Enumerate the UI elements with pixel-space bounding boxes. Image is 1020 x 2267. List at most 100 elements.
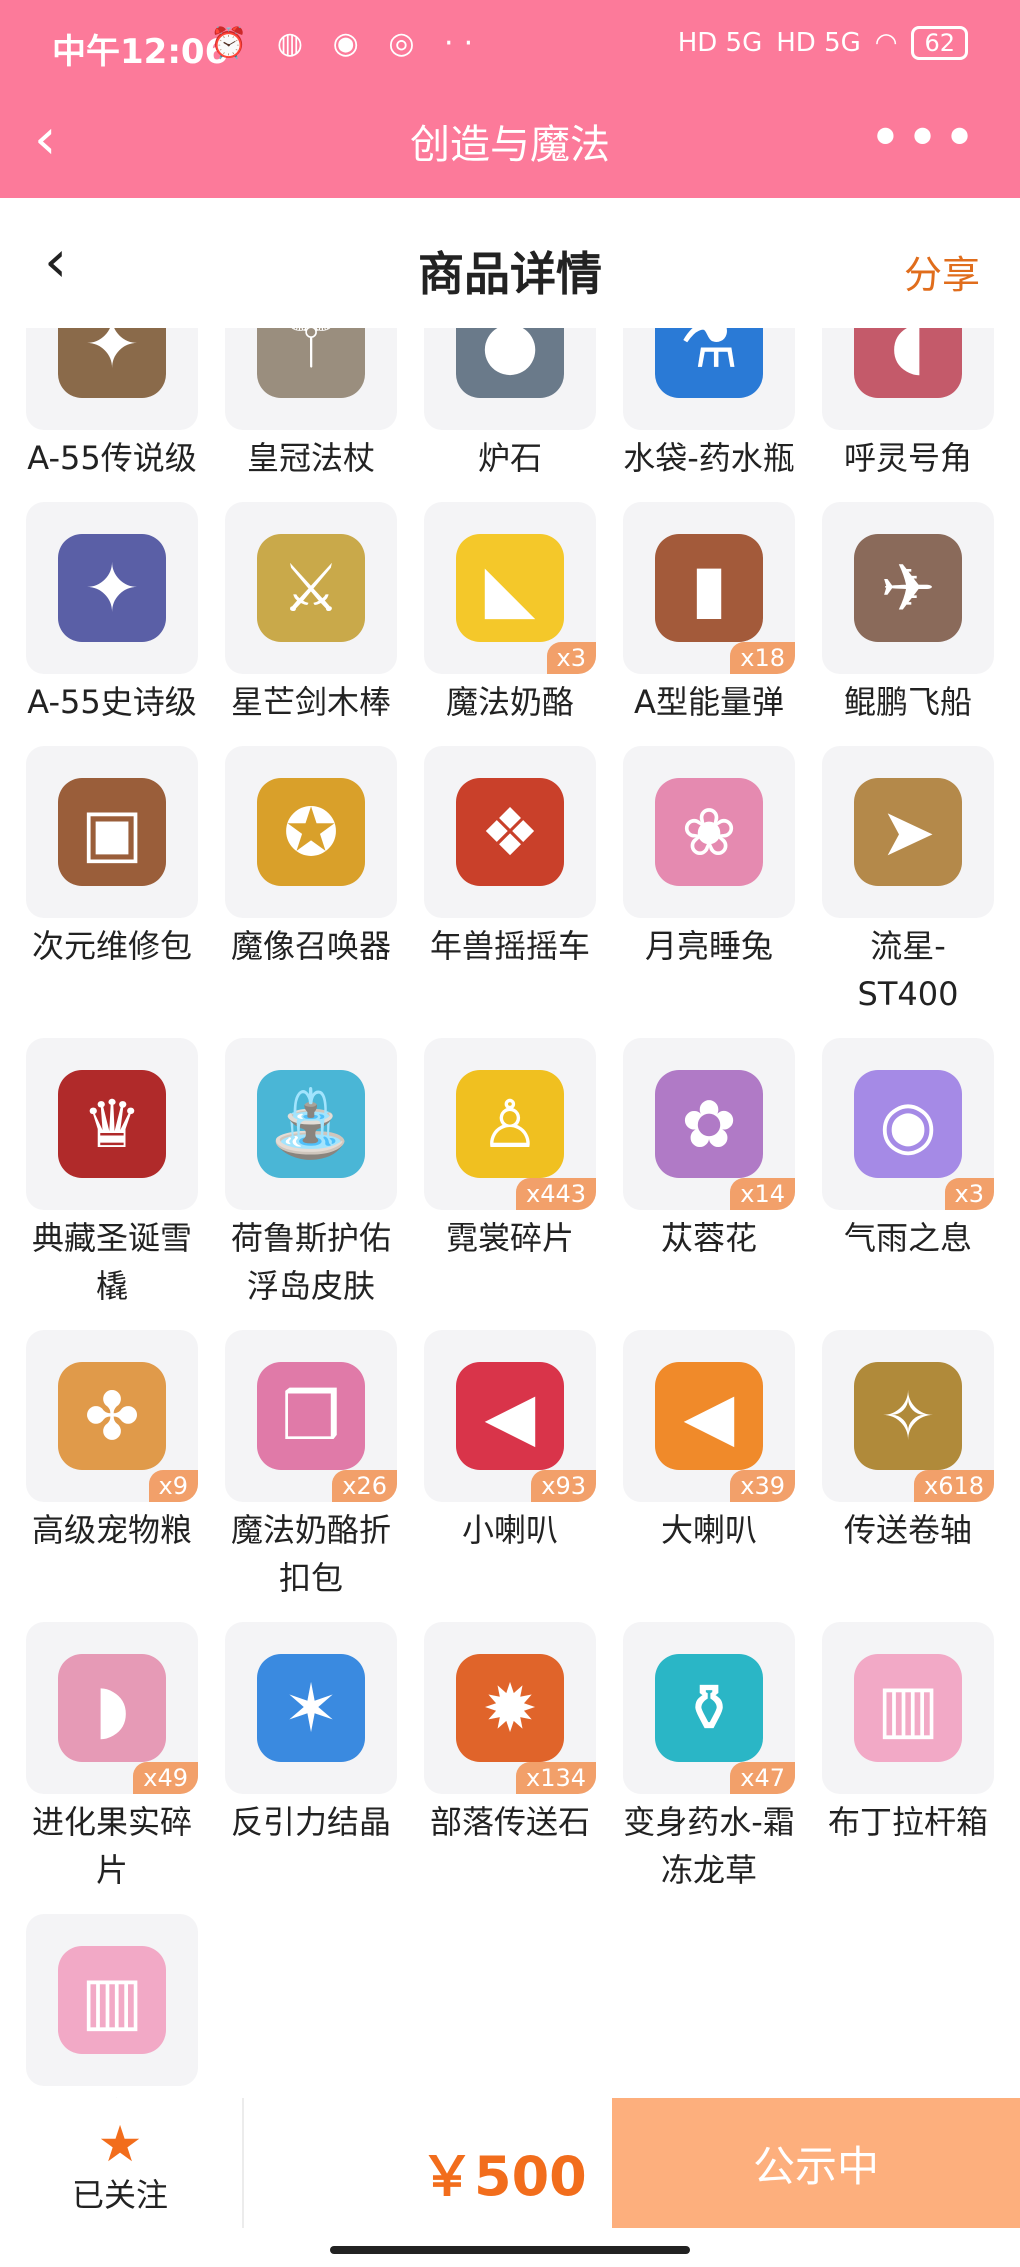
horn-icon: ◖ <box>854 328 962 398</box>
share-button[interactable]: 分享 <box>904 244 980 299</box>
grid-item[interactable]: ▥ 布丁拉杆箱 <box>26 1914 198 2098</box>
grid-item[interactable]: ✶ 反引力结晶 <box>225 1622 397 1894</box>
gun-icon: ✦ <box>58 328 166 398</box>
scroll-icon: ✧ <box>854 1362 962 1470</box>
fruit-icon: ◗ <box>58 1654 166 1762</box>
staff-icon: ⚚ <box>257 328 365 398</box>
grid-item[interactable]: ◀ x93 小喇叭 <box>424 1330 596 1602</box>
quantity-badge: x9 <box>148 1470 198 1502</box>
item-name: 反引力结晶 <box>230 1803 391 1841</box>
grid-item[interactable]: ❒ x26 魔法奶酪折扣包 <box>225 1330 397 1602</box>
quantity-badge: x443 <box>515 1178 596 1210</box>
app-bar: ‹ 创造与魔法 ••• <box>0 92 1020 198</box>
wifi-icon: ◠ <box>874 28 898 58</box>
sword-icon: ⚔ <box>257 534 365 642</box>
item-thumbnail: ♙ x443 <box>424 1038 596 1210</box>
item-name: 流星-ST400 <box>857 927 959 1013</box>
megaphone-icon: ◀ <box>456 1362 564 1470</box>
item-thumbnail: ✶ <box>225 1622 397 1794</box>
grid-item[interactable]: ✤ x9 高级宠物粮 <box>26 1330 198 1602</box>
status-bar: 中午12:06 ⏰ ◍ ◉ ◎ ·· HD 5G HD 5G ◠ 62 <box>0 0 1020 92</box>
grid-item[interactable]: ✹ x134 部落传送石 <box>424 1622 596 1894</box>
grid-item[interactable]: ✧ x618 传送卷轴 <box>822 1330 994 1602</box>
item-name: 魔法奶酪折扣包 <box>230 1511 391 1597</box>
orb-icon: ◉ <box>854 1070 962 1178</box>
vial-icon: ⚱ <box>655 1654 763 1762</box>
item-grid-scroll[interactable]: ✦ A-55传说级 ⚚ 皇冠法杖 ● 炉石 ⚗ 水袋-药水瓶 ◖ 呼灵号角 ✦ A-55史诗级 ⚔ 星芒剑… <box>0 328 1020 2098</box>
megaphone-icon: ◀ <box>655 1362 763 1470</box>
grid-item[interactable]: ▥ 布丁拉杆箱 <box>822 1622 994 1894</box>
grid-item[interactable]: ▣ 次元维修包 <box>26 746 198 1018</box>
grid-item[interactable]: ⚔ 星芒剑木棒 <box>225 502 397 726</box>
item-name: 呼灵号角 <box>843 439 972 477</box>
grid-item[interactable]: ✦ A-55史诗级 <box>26 502 198 726</box>
home-indicator[interactable] <box>330 2246 690 2254</box>
app-title: 创造与魔法 <box>410 122 610 168</box>
grid-item[interactable]: ● 炉石 <box>424 328 596 482</box>
grid-item[interactable]: ◣ x3 魔法奶酪 <box>424 502 596 726</box>
battery-icon: 62 <box>911 26 968 60</box>
item-thumbnail: ♛ <box>26 1038 198 1210</box>
item-thumbnail: ✦ <box>26 502 198 674</box>
item-thumbnail: ◉ x3 <box>822 1038 994 1210</box>
flower-icon: ✿ <box>655 1070 763 1178</box>
item-name: 布丁拉杆箱 <box>827 1803 988 1841</box>
quantity-badge: x93 <box>531 1470 596 1502</box>
more-icon[interactable]: ••• <box>869 106 980 171</box>
petfood-icon: ✤ <box>58 1362 166 1470</box>
grid-item[interactable]: ❀ 月亮睡兔 <box>623 746 795 1018</box>
price: ￥500 <box>420 2145 587 2208</box>
quantity-badge: x3 <box>944 1178 994 1210</box>
item-name: 月亮睡兔 <box>644 927 773 965</box>
grid-item[interactable]: ◖ 呼灵号角 <box>822 328 994 482</box>
item-name: 魔法奶酪 <box>445 683 574 721</box>
quantity-badge: x49 <box>133 1762 198 1794</box>
status-right-icons: HD 5G HD 5G ◠ 62 <box>678 26 968 60</box>
grid-item[interactable]: ◉ x3 气雨之息 <box>822 1038 994 1310</box>
item-name: 皇冠法杖 <box>246 439 375 477</box>
page-title: 商品详情 <box>418 247 602 301</box>
grid-item[interactable]: ⚚ 皇冠法杖 <box>225 328 397 482</box>
top-bar: 中午12:06 ⏰ ◍ ◉ ◎ ·· HD 5G HD 5G ◠ 62 ‹ 创造… <box>0 0 1020 198</box>
grid-item[interactable]: ⛲ 荷鲁斯护佑浮岛皮肤 <box>225 1038 397 1310</box>
summoner-icon: ✪ <box>257 778 365 886</box>
grid-item[interactable]: ◀ x39 大喇叭 <box>623 1330 795 1602</box>
grid-item[interactable]: ✪ 魔像召唤器 <box>225 746 397 1018</box>
grid-item[interactable]: ➤ 流星-ST400 <box>822 746 994 1018</box>
status-button[interactable]: 公示中 <box>612 2098 1020 2228</box>
item-thumbnail: ❒ x26 <box>225 1330 397 1502</box>
grid-item[interactable]: ✈ 鲲鹏飞船 <box>822 502 994 726</box>
star-icon: ★ <box>97 2115 143 2173</box>
ship-icon: ✈ <box>854 534 962 642</box>
grid-item[interactable]: ⚗ 水袋-药水瓶 <box>623 328 795 482</box>
item-name: A型能量弹 <box>634 683 784 721</box>
quantity-badge: x39 <box>730 1470 795 1502</box>
quantity-badge: x47 <box>730 1762 795 1794</box>
item-thumbnail: ❀ <box>623 746 795 918</box>
item-name: 魔像召唤器 <box>230 927 391 965</box>
item-thumbnail: ⚗ <box>623 328 795 430</box>
item-name: 布丁拉杆箱 <box>26 2090 198 2098</box>
cheese-icon: ◣ <box>456 534 564 642</box>
island-icon: ⛲ <box>257 1070 365 1178</box>
grid-item[interactable]: ♙ x443 霓裳碎片 <box>424 1038 596 1310</box>
grid-item[interactable]: ✦ A-55传说级 <box>26 328 198 482</box>
item-name: 星芒剑木棒 <box>230 683 391 721</box>
grid-item[interactable]: ⚱ x47 变身药水-霜冻龙草 <box>623 1622 795 1894</box>
grid-item[interactable]: ▮ x18 A型能量弹 <box>623 502 795 726</box>
item-thumbnail: ◖ <box>822 328 994 430</box>
grid-item[interactable]: ❖ 年兽摇摇车 <box>424 746 596 1018</box>
quantity-badge: x26 <box>332 1470 397 1502</box>
quantity-badge: x618 <box>913 1470 994 1502</box>
jet-icon: ➤ <box>854 778 962 886</box>
item-thumbnail: ◀ x93 <box>424 1330 596 1502</box>
item-name: 苁蓉花 <box>660 1219 757 1257</box>
grid-item[interactable]: ♛ 典藏圣诞雪橇 <box>26 1038 198 1310</box>
item-thumbnail: ◣ x3 <box>424 502 596 674</box>
follow-button[interactable]: ★ 已关注 <box>40 2118 200 2216</box>
grid-item[interactable]: ◗ x49 进化果实碎片 <box>26 1622 198 1894</box>
quantity-badge: x14 <box>730 1178 795 1210</box>
shirt-icon: ♙ <box>456 1070 564 1178</box>
grid-item[interactable]: ✿ x14 苁蓉花 <box>623 1038 795 1310</box>
item-name: 炉石 <box>477 439 542 477</box>
